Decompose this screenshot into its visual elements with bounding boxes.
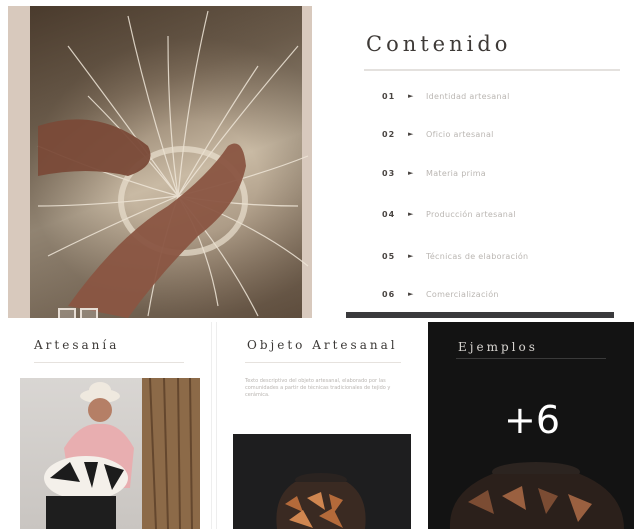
ceramic-pot-illustration: [449, 462, 624, 529]
examples-card[interactable]: Ejemplos +6: [428, 322, 634, 529]
toc-item-number: 01: [382, 91, 396, 101]
toc-item[interactable]: 05 ► Técnicas de elaboración: [382, 248, 528, 264]
arrow-right-icon: ►: [408, 169, 414, 177]
toc-item-label: Comercialización: [426, 289, 499, 299]
gallery-thumbnails: [58, 308, 98, 318]
toc-item-label: Materia prima: [426, 168, 487, 178]
toc-item[interactable]: 04 ► Producción artesanal: [382, 206, 516, 222]
examples-photo: [428, 452, 634, 529]
weaving-fibers-illustration: [37, 10, 309, 318]
toc-item[interactable]: 01 ► Identidad artesanal: [382, 88, 510, 104]
examples-count: +6: [504, 398, 561, 442]
artisan-card[interactable]: Artesanía: [8, 322, 212, 529]
artisan-card-title: Artesanía: [34, 338, 120, 352]
toc-item-label: Identidad artesanal: [426, 91, 510, 101]
artisan-card-divider: [34, 362, 184, 363]
examples-card-divider: [456, 358, 606, 359]
toc-item[interactable]: 03 ► Materia prima: [382, 165, 486, 181]
arrow-right-icon: ►: [408, 130, 414, 138]
toc-item-number: 03: [382, 168, 396, 178]
toc-item[interactable]: 06 ► Comercialización: [382, 286, 499, 302]
arrow-right-icon: ►: [408, 210, 414, 218]
arrow-right-icon: ►: [408, 92, 414, 100]
toc-item-number: 05: [382, 251, 396, 261]
toc-item-number: 04: [382, 209, 396, 219]
artisan-illustration: [44, 378, 200, 529]
toc-item-label: Producción artesanal: [426, 209, 516, 219]
arrow-right-icon: ►: [408, 290, 414, 298]
page: Contenido 01 ► Identidad artesanal 02 ► …: [0, 0, 634, 529]
toc-item[interactable]: 02 ► Oficio artesanal: [382, 126, 494, 142]
object-card-divider: [245, 362, 401, 363]
weaving-photo[interactable]: [8, 6, 312, 318]
object-card[interactable]: Objeto Artesanal Texto descriptivo del o…: [216, 322, 426, 529]
ceramic-vase-illustration: [276, 473, 366, 529]
examples-card-title: Ejemplos: [458, 340, 538, 354]
contents-title: Contenido: [366, 32, 512, 56]
toc-item-number: 02: [382, 129, 396, 139]
object-card-description: Texto descriptivo del objeto artesanal, …: [245, 378, 391, 398]
toc-item-number: 06: [382, 289, 396, 299]
toc-item-label: Oficio artesanal: [426, 129, 494, 139]
contents-divider: [364, 69, 620, 71]
contents-bottom-bar: [346, 312, 614, 318]
object-card-title: Objeto Artesanal: [247, 338, 398, 352]
arrow-right-icon: ►: [408, 252, 414, 260]
gallery-thumbnail[interactable]: [58, 308, 76, 318]
gallery-thumbnail[interactable]: [80, 308, 98, 318]
artisan-photo: [20, 378, 200, 529]
contents-panel: Contenido 01 ► Identidad artesanal 02 ► …: [322, 6, 628, 318]
object-photo: [233, 434, 411, 529]
toc-item-label: Técnicas de elaboración: [426, 251, 529, 261]
